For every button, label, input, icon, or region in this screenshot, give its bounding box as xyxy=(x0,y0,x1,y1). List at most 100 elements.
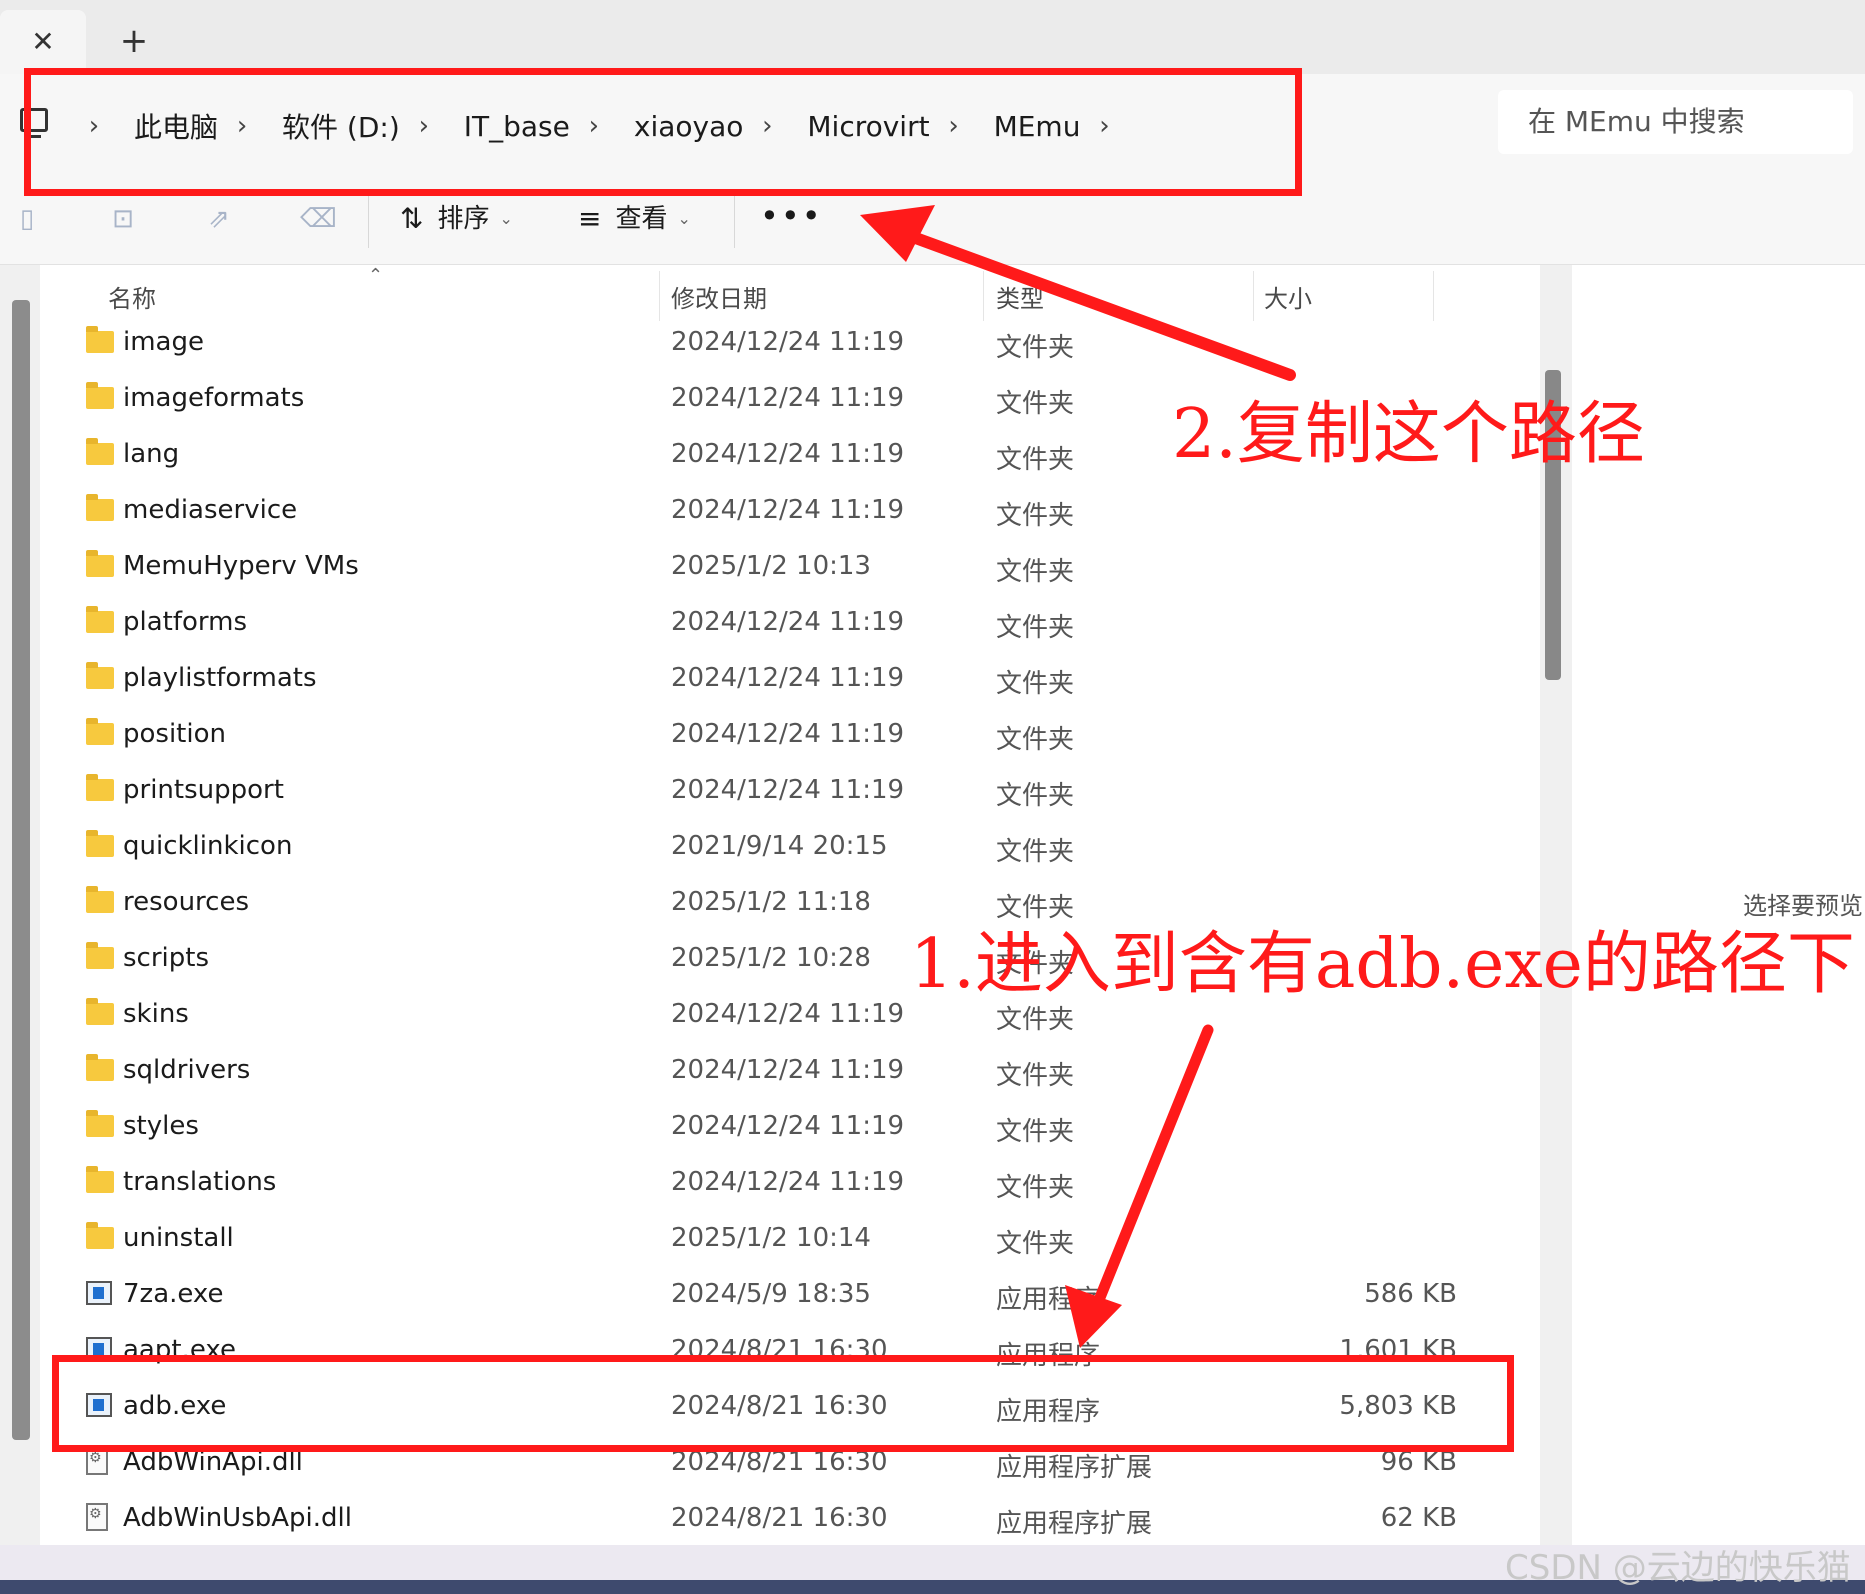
navigation-scrollbar[interactable] xyxy=(12,300,30,1440)
file-type: 应用程序扩展 xyxy=(996,1453,1153,1483)
view-button[interactable]: ≡ 查看 ⌄ xyxy=(578,198,691,240)
delete-icon[interactable]: ⌫ xyxy=(300,204,337,234)
column-divider[interactable] xyxy=(1253,271,1254,321)
chevron-down-icon: ⌄ xyxy=(499,209,513,228)
folder-icon xyxy=(86,886,114,913)
file-row[interactable]: MemuHyperv VMs 2025/1/2 10:13 文件夹 xyxy=(40,539,1540,595)
column-header-size[interactable]: 大小 xyxy=(1264,279,1312,314)
folder-icon xyxy=(86,550,114,577)
column-header-row: ⌃ 名称 修改日期 类型 大小 xyxy=(40,265,1540,321)
column-header-modified[interactable]: 修改日期 xyxy=(671,279,767,314)
file-name: position xyxy=(123,719,226,749)
file-type: 文件夹 xyxy=(996,725,1075,755)
file-modified-date: 2024/12/24 11:19 xyxy=(671,719,905,749)
column-divider[interactable] xyxy=(659,271,660,321)
column-header-type[interactable]: 类型 xyxy=(996,279,1044,314)
file-name: quicklinkicon xyxy=(123,831,293,861)
toolbar-divider xyxy=(734,192,735,248)
tab-strip: ✕ + xyxy=(0,0,1865,74)
file-row[interactable]: AdbWinUsbApi.dll 2024/8/21 16:30 应用程序扩展 62 … xyxy=(40,1491,1540,1547)
view-label: 查看 xyxy=(615,204,668,234)
search-input[interactable]: 在 MEmu 中搜索 xyxy=(1498,90,1853,154)
file-row[interactable]: platforms 2024/12/24 11:19 文件夹 xyxy=(40,595,1540,651)
file-type: 文件夹 xyxy=(996,333,1075,363)
file-row[interactable]: styles 2024/12/24 11:19 文件夹 xyxy=(40,1099,1540,1155)
file-modified-date: 2024/8/21 16:30 xyxy=(671,1503,888,1533)
file-row[interactable]: image 2024/12/24 11:19 文件夹 xyxy=(40,315,1540,371)
file-type: 文件夹 xyxy=(996,837,1075,867)
sort-label: 排序 xyxy=(437,204,490,234)
file-type: 文件夹 xyxy=(996,1117,1075,1147)
file-name: scripts xyxy=(123,943,209,973)
column-header-name[interactable]: 名称 xyxy=(108,279,156,314)
folder-icon xyxy=(86,438,114,465)
new-tab-button[interactable]: + xyxy=(110,12,158,70)
paste-icon[interactable]: ▯ xyxy=(12,204,42,234)
toolbar-divider xyxy=(368,192,369,248)
sort-icon: ⇅ xyxy=(400,202,424,235)
annotation-step2: 2.复制这个路径 xyxy=(1172,395,1645,474)
file-modified-date: 2024/12/24 11:19 xyxy=(671,1111,905,1141)
view-icon: ≡ xyxy=(578,202,602,235)
file-modified-date: 2024/12/24 11:19 xyxy=(671,775,905,805)
sort-button[interactable]: ⇅ 排序 ⌄ xyxy=(400,198,513,240)
folder-icon xyxy=(86,1166,114,1193)
folder-icon xyxy=(86,662,114,689)
column-divider[interactable] xyxy=(1433,271,1434,321)
file-type: 文件夹 xyxy=(996,445,1075,475)
more-options-button[interactable]: ••• xyxy=(760,198,823,234)
file-modified-date: 2024/12/24 11:19 xyxy=(671,663,905,693)
annotation-step1: 1.进入到含有adb.exe的路径下 xyxy=(910,925,1855,1004)
file-row[interactable]: quicklinkicon 2021/9/14 20:15 文件夹 xyxy=(40,819,1540,875)
folder-icon xyxy=(86,1054,114,1081)
chevron-down-icon: ⌄ xyxy=(677,209,691,228)
file-type: 文件夹 xyxy=(996,1229,1075,1259)
file-name: MemuHyperv VMs xyxy=(123,551,359,581)
file-type: 文件夹 xyxy=(996,501,1075,531)
file-type: 文件夹 xyxy=(996,1173,1075,1203)
adb-row-highlight-box xyxy=(52,1355,1514,1452)
folder-icon xyxy=(86,774,114,801)
file-modified-date: 2025/1/2 10:28 xyxy=(671,943,871,973)
file-name: platforms xyxy=(123,607,248,637)
folder-icon xyxy=(86,830,114,857)
file-name: image xyxy=(123,327,204,357)
file-row[interactable]: printsupport 2024/12/24 11:19 文件夹 xyxy=(40,763,1540,819)
file-name: translations xyxy=(123,1167,277,1197)
file-type: 文件夹 xyxy=(996,613,1075,643)
file-type: 文件夹 xyxy=(996,669,1075,699)
file-type: 文件夹 xyxy=(996,1061,1075,1091)
file-modified-date: 2024/12/24 11:19 xyxy=(671,607,905,637)
file-name: skins xyxy=(123,999,189,1029)
file-modified-date: 2024/12/24 11:19 xyxy=(671,495,905,525)
sort-ascending-icon: ⌃ xyxy=(368,265,384,286)
close-tab-button[interactable]: ✕ xyxy=(0,10,86,74)
dll-file-icon xyxy=(86,1503,108,1531)
file-row[interactable]: uninstall 2025/1/2 10:14 文件夹 xyxy=(40,1211,1540,1267)
folder-icon xyxy=(86,998,114,1025)
folder-icon xyxy=(86,718,114,745)
file-row[interactable]: sqldrivers 2024/12/24 11:19 文件夹 xyxy=(40,1043,1540,1099)
file-row[interactable]: 7za.exe 2024/5/9 18:35 应用程序 586 KB xyxy=(40,1267,1540,1323)
file-modified-date: 2024/12/24 11:19 xyxy=(671,383,905,413)
folder-icon xyxy=(86,1222,114,1249)
share-icon[interactable]: ⇗ xyxy=(204,204,234,234)
watermark: CSDN @云边的快乐猫 xyxy=(1505,1548,1851,1588)
file-modified-date: 2024/12/24 11:19 xyxy=(671,439,905,469)
file-row[interactable]: mediaservice 2024/12/24 11:19 文件夹 xyxy=(40,483,1540,539)
file-type: 应用程序 xyxy=(996,1285,1101,1315)
file-size: 62 KB xyxy=(1380,1503,1457,1533)
folder-icon xyxy=(86,326,114,353)
application-icon xyxy=(86,1281,112,1305)
file-row[interactable]: playlistformats 2024/12/24 11:19 文件夹 xyxy=(40,651,1540,707)
file-row[interactable]: position 2024/12/24 11:19 文件夹 xyxy=(40,707,1540,763)
file-row[interactable]: translations 2024/12/24 11:19 文件夹 xyxy=(40,1155,1540,1211)
column-divider[interactable] xyxy=(983,271,984,321)
file-modified-date: 2025/1/2 10:13 xyxy=(671,551,871,581)
folder-icon xyxy=(86,606,114,633)
file-name: styles xyxy=(123,1111,199,1141)
rename-icon[interactable]: ⊡ xyxy=(108,204,138,234)
file-name: printsupport xyxy=(123,775,284,805)
folder-icon xyxy=(86,494,114,521)
file-name: 7za.exe xyxy=(123,1279,224,1309)
